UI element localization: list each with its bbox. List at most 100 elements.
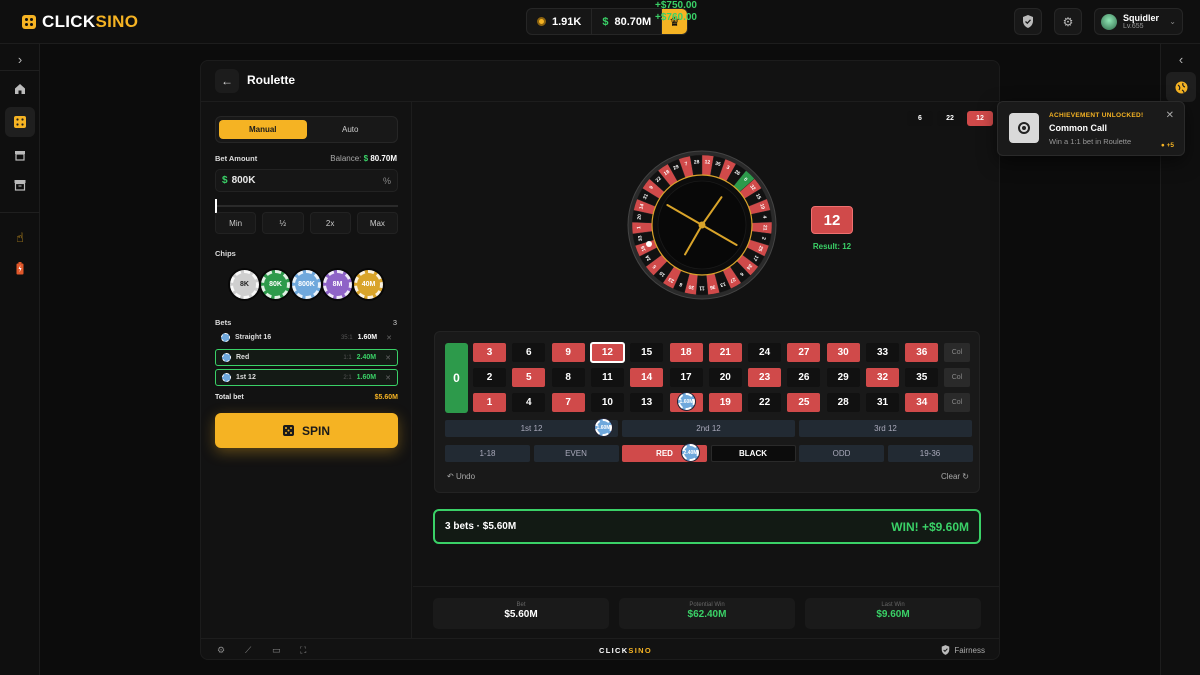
summary-bets: 3 bets · $5.60M [445, 521, 517, 532]
number-cell-17[interactable]: 17 [669, 368, 703, 387]
chip-800k[interactable]: 800K [292, 270, 321, 299]
number-cell-25[interactable]: 25 [787, 393, 821, 412]
nav-energy[interactable] [5, 253, 35, 283]
tab-manual[interactable]: Manual [219, 120, 307, 139]
outside-bet-even[interactable]: EVEN [533, 445, 619, 462]
back-button[interactable]: ← [215, 69, 239, 93]
nav-inventory[interactable] [5, 170, 35, 200]
dozen-bet-2[interactable]: 2nd 12 [622, 420, 795, 437]
fairness-link[interactable]: Fairness [941, 645, 985, 655]
nav-games[interactable] [5, 107, 35, 137]
close-icon[interactable]: ✕ [385, 374, 391, 382]
close-icon[interactable]: ✕ [385, 354, 391, 362]
collapse-panel-button[interactable]: ‹ [1166, 44, 1196, 74]
number-cell-20[interactable]: 20 [708, 368, 742, 387]
number-cell-32[interactable]: 32 [866, 368, 899, 387]
number-cell-35[interactable]: 35 [905, 368, 939, 387]
bet-slider[interactable] [215, 199, 398, 213]
theatre-mode-icon[interactable]: ▭ [272, 645, 281, 656]
fullscreen-icon[interactable]: ⛶ [300, 645, 306, 656]
number-cell-1[interactable]: 1 [473, 393, 506, 412]
number-cell-19[interactable]: 19 [708, 393, 742, 412]
close-icon[interactable]: ✕ [386, 334, 392, 342]
clear-button[interactable]: Clear ↻ [941, 472, 969, 481]
nav-clicker[interactable]: ☝ [5, 223, 35, 253]
chip-40m[interactable]: 40M [354, 270, 383, 299]
number-cell-36[interactable]: 36 [905, 343, 939, 362]
column-bet-2[interactable]: Col [944, 368, 970, 387]
number-cell-18[interactable]: 18 [669, 343, 703, 362]
number-cell-11[interactable]: 11 [590, 368, 624, 387]
dozen-bet-3[interactable]: 3rd 12 [799, 420, 972, 437]
spin-button[interactable]: SPIN [215, 413, 398, 448]
double-button[interactable]: 2x [309, 212, 351, 234]
column-bet-1[interactable]: Col [944, 343, 970, 362]
refresh-icon: ↻ [962, 472, 969, 481]
chart-line-icon[interactable]: ⟋ [245, 645, 251, 656]
number-cell-12[interactable]: 12 [589, 342, 625, 363]
number-cell-34[interactable]: 34 [905, 393, 939, 412]
number-cell-33[interactable]: 33 [866, 343, 899, 362]
number-cell-21[interactable]: 21 [708, 343, 742, 362]
percent-toggle[interactable]: % [383, 176, 391, 186]
number-cell-14[interactable]: 14 [630, 368, 664, 387]
number-cell-7[interactable]: 7 [551, 393, 585, 412]
number-cell-5[interactable]: 5 [512, 368, 546, 387]
number-cell-6[interactable]: 6 [512, 343, 546, 362]
coins-display[interactable]: 1.91K [527, 9, 593, 34]
number-cell-22[interactable]: 22 [748, 393, 782, 412]
number-cell-2[interactable]: 2 [473, 368, 506, 387]
number-cell-3[interactable]: 3 [473, 343, 506, 362]
shield-button[interactable] [1014, 8, 1042, 35]
number-cell-0[interactable]: 0 [445, 343, 468, 413]
number-cell-13[interactable]: 13 [630, 393, 664, 412]
outside-bet-odd[interactable]: ODD [799, 445, 884, 462]
outside-bet-black[interactable]: BLACK [710, 445, 796, 462]
dice-logo-icon [22, 15, 36, 29]
number-cell-9[interactable]: 9 [551, 343, 585, 362]
left-rail: › ☝ [0, 44, 40, 675]
close-icon[interactable]: ✕ [1166, 110, 1174, 121]
undo-button[interactable]: ↶ Undo [447, 472, 475, 481]
chip-8k[interactable]: 8K [230, 270, 259, 299]
coin-icon: ● [1160, 142, 1165, 149]
toast-heading: ACHIEVEMENT UNLOCKED! [1049, 112, 1144, 119]
half-button[interactable]: ½ [262, 212, 304, 234]
column-bet-3[interactable]: Col [944, 393, 970, 412]
dice-icon [14, 116, 26, 128]
bet-amount-input[interactable]: $ 800K % [215, 169, 398, 192]
globe-chat-button[interactable] [1166, 72, 1196, 102]
number-cell-31[interactable]: 31 [866, 393, 899, 412]
number-cell-26[interactable]: 26 [787, 368, 821, 387]
cash-balance[interactable]: $ 80.70M [592, 9, 663, 34]
nav-shop[interactable] [5, 140, 35, 170]
wheel-number-1: 1 [636, 226, 642, 229]
dozen-bet-1[interactable]: 1st 12 [445, 420, 618, 437]
user-menu[interactable]: Squidler Lv.655 ⌄ [1094, 8, 1183, 35]
nav-home[interactable] [5, 74, 35, 104]
chip-80k[interactable]: 80K [261, 270, 290, 299]
slider-thumb[interactable] [215, 199, 217, 213]
battery-icon [16, 261, 24, 274]
number-cell-15[interactable]: 15 [630, 343, 664, 362]
number-cell-23[interactable]: 23 [748, 368, 782, 387]
number-cell-4[interactable]: 4 [512, 393, 546, 412]
tab-auto[interactable]: Auto [307, 120, 395, 139]
number-cell-29[interactable]: 29 [826, 368, 860, 387]
number-cell-28[interactable]: 28 [826, 393, 860, 412]
mode-tabs: Manual Auto [215, 116, 398, 143]
bet-row: Red 1:1 2.40M ✕ [215, 349, 398, 366]
max-button[interactable]: Max [356, 212, 398, 234]
number-cell-30[interactable]: 30 [826, 343, 860, 362]
gear-icon[interactable]: ⚙ [217, 645, 225, 656]
number-cell-24[interactable]: 24 [748, 343, 782, 362]
number-cell-27[interactable]: 27 [787, 343, 821, 362]
outside-bet-19-36[interactable]: 19-36 [887, 445, 973, 462]
number-cell-8[interactable]: 8 [551, 368, 585, 387]
settings-button[interactable]: ⚙ [1054, 8, 1082, 35]
chip-8m[interactable]: 8M [323, 270, 352, 299]
outside-bet-1-18[interactable]: 1-18 [445, 445, 530, 462]
clicksino-logo[interactable]: CLICKSINO [22, 12, 138, 32]
min-button[interactable]: Min [215, 212, 257, 234]
number-cell-10[interactable]: 10 [590, 393, 624, 412]
